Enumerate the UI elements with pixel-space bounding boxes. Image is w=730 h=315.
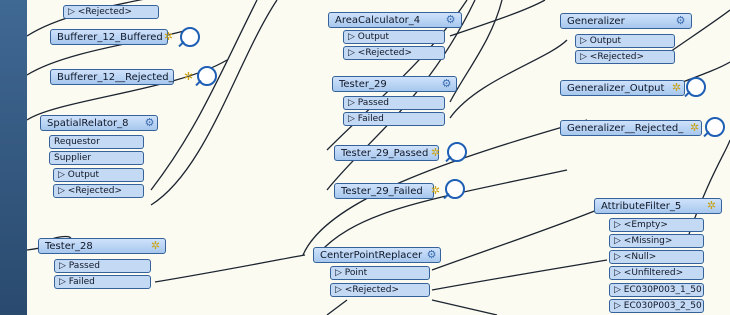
port-label: ▷ <Unfiltered>: [614, 268, 684, 278]
ec030p003-2-50-port[interactable]: ▷ EC030P003_2_50: [609, 299, 704, 313]
node-title: Tester_29_Passed: [341, 148, 429, 159]
gear-icon[interactable]: ✲: [149, 239, 162, 252]
port-label: ▷ <Rejected>: [58, 186, 123, 196]
missing-port[interactable]: ▷ <Missing>: [609, 234, 704, 248]
connection-line: [449, 39, 568, 119]
output-port[interactable]: ▷ Output: [575, 34, 675, 48]
node-title: Tester_29_Failed: [341, 186, 423, 197]
port-label: ▷ EC030P003_2_50: [614, 301, 702, 311]
node-title: CenterPointReplacer: [320, 250, 423, 261]
connection-line: [154, 254, 306, 283]
ec030p003-1-50-port[interactable]: ▷ EC030P003_1_50: [609, 283, 704, 297]
port-label: ▷ Passed: [348, 98, 389, 108]
gear-icon[interactable]: ✲: [670, 81, 683, 94]
gear-icon[interactable]: ⚙: [440, 77, 453, 90]
magnifier-icon[interactable]: [447, 142, 467, 162]
gear-icon[interactable]: ✲: [688, 121, 701, 134]
gear-icon[interactable]: ⚙: [143, 116, 156, 129]
failed-port[interactable]: ▷ Failed: [343, 112, 445, 126]
port-label: ▷ <Rejected>: [68, 7, 133, 17]
connection-line: [326, 299, 348, 315]
node-title: Generalizer_Output: [567, 83, 665, 94]
node-title: Tester_28: [45, 241, 93, 252]
rejected-port[interactable]: ▷ <Rejected>: [63, 5, 159, 19]
port-label: ▷ <Null>: [614, 252, 657, 262]
rejected-port[interactable]: ▷ <Rejected>: [575, 50, 675, 64]
spatial-relator-node[interactable]: SpatialRelator_8: [40, 115, 158, 131]
rejected-port[interactable]: ▷ <Rejected>: [343, 46, 445, 60]
gear-icon[interactable]: ⚙: [444, 13, 457, 26]
connection-line: [150, 0, 258, 191]
output-port[interactable]: ▷ Output: [53, 168, 144, 182]
node-title: AttributeFilter_5: [601, 201, 682, 212]
magnifier-icon[interactable]: [445, 179, 465, 199]
tester-29-failed-node[interactable]: Tester_29_Failed: [334, 183, 434, 199]
port-label: Requestor: [54, 137, 100, 147]
tester-29-passed-node[interactable]: Tester_29_Passed: [334, 145, 439, 161]
port-label: ▷ Point: [335, 268, 368, 278]
port-label: ▷ Passed: [59, 261, 100, 271]
magnifier-icon[interactable]: [705, 117, 725, 137]
connection-line: [431, 259, 608, 291]
magnifier-icon[interactable]: [686, 77, 706, 97]
port-label: ▷ <Rejected>: [348, 48, 413, 58]
tester-28-node[interactable]: Tester_28: [38, 238, 166, 254]
gear-icon[interactable]: ⚙: [425, 248, 438, 261]
failed-port[interactable]: ▷ Failed: [54, 275, 151, 289]
gear-icon[interactable]: ✲: [705, 199, 718, 212]
gear-icon[interactable]: ✲: [182, 70, 195, 83]
connection-line: [431, 299, 498, 315]
output-port[interactable]: ▷ Output: [343, 30, 445, 44]
workspace-canvas[interactable]: ▷ <Rejected> Bufferer_12_Buffered ✲ Buff…: [27, 0, 730, 315]
generalizer-output-node[interactable]: Generalizer_Output: [560, 80, 685, 96]
rejected-port[interactable]: ▷ <Rejected>: [330, 283, 430, 297]
port-label: ▷ Output: [58, 170, 100, 180]
magnifier-icon[interactable]: [197, 66, 217, 86]
gear-icon[interactable]: ✲: [429, 184, 442, 197]
port-label: Supplier: [54, 153, 92, 163]
unfiltered-port[interactable]: ▷ <Unfiltered>: [609, 266, 704, 280]
null-port[interactable]: ▷ <Null>: [609, 250, 704, 264]
node-title: Tester_29: [339, 79, 387, 90]
generalizer-rejected-node[interactable]: Generalizer__Rejected_: [560, 120, 702, 136]
node-title: Generalizer__Rejected_: [567, 123, 684, 134]
port-label: ▷ <Missing>: [614, 236, 673, 246]
port-label: ▷ <Rejected>: [335, 285, 400, 295]
point-port[interactable]: ▷ Point: [330, 266, 430, 280]
bufferer-buffered-node[interactable]: Bufferer_12_Buffered: [50, 29, 168, 45]
requestor-port[interactable]: Requestor: [49, 135, 144, 149]
connection-line: [431, 209, 598, 271]
bufferer-rejected-node[interactable]: Bufferer_12__Rejected_: [50, 69, 174, 85]
area-calculator-node[interactable]: AreaCalculator_4: [328, 12, 462, 28]
gear-icon[interactable]: ✲: [429, 146, 442, 159]
empty-port[interactable]: ▷ <Empty>: [609, 218, 704, 232]
port-label: ▷ Output: [580, 36, 622, 46]
gear-icon[interactable]: ✲: [162, 30, 175, 43]
port-label: ▷ Failed: [348, 114, 384, 124]
rejected-port[interactable]: ▷ <Rejected>: [53, 184, 144, 198]
port-label: ▷ EC030P003_1_50: [614, 285, 702, 295]
port-label: ▷ Output: [348, 32, 390, 42]
node-title: Bufferer_12__Rejected_: [57, 72, 174, 83]
tester-29-node[interactable]: Tester_29: [332, 76, 457, 92]
supplier-port[interactable]: Supplier: [49, 151, 144, 165]
port-label: ▷ Failed: [59, 277, 95, 287]
node-title: AreaCalculator_4: [335, 15, 421, 26]
node-title: SpatialRelator_8: [47, 118, 129, 129]
port-label: ▷ <Empty>: [614, 220, 668, 230]
generalizer-node[interactable]: Generalizer: [560, 13, 692, 29]
attribute-filter-node[interactable]: AttributeFilter_5: [594, 198, 722, 214]
connection-line: [449, 0, 546, 37]
passed-port[interactable]: ▷ Passed: [54, 259, 151, 273]
center-point-replacer-node[interactable]: CenterPointReplacer: [313, 247, 441, 263]
magnifier-icon[interactable]: [180, 27, 200, 47]
port-label: ▷ <Rejected>: [580, 52, 645, 62]
node-title: Bufferer_12_Buffered: [57, 32, 163, 43]
node-title: Generalizer: [567, 16, 625, 27]
gear-icon[interactable]: ⚙: [674, 14, 687, 27]
passed-port[interactable]: ▷ Passed: [343, 96, 445, 110]
